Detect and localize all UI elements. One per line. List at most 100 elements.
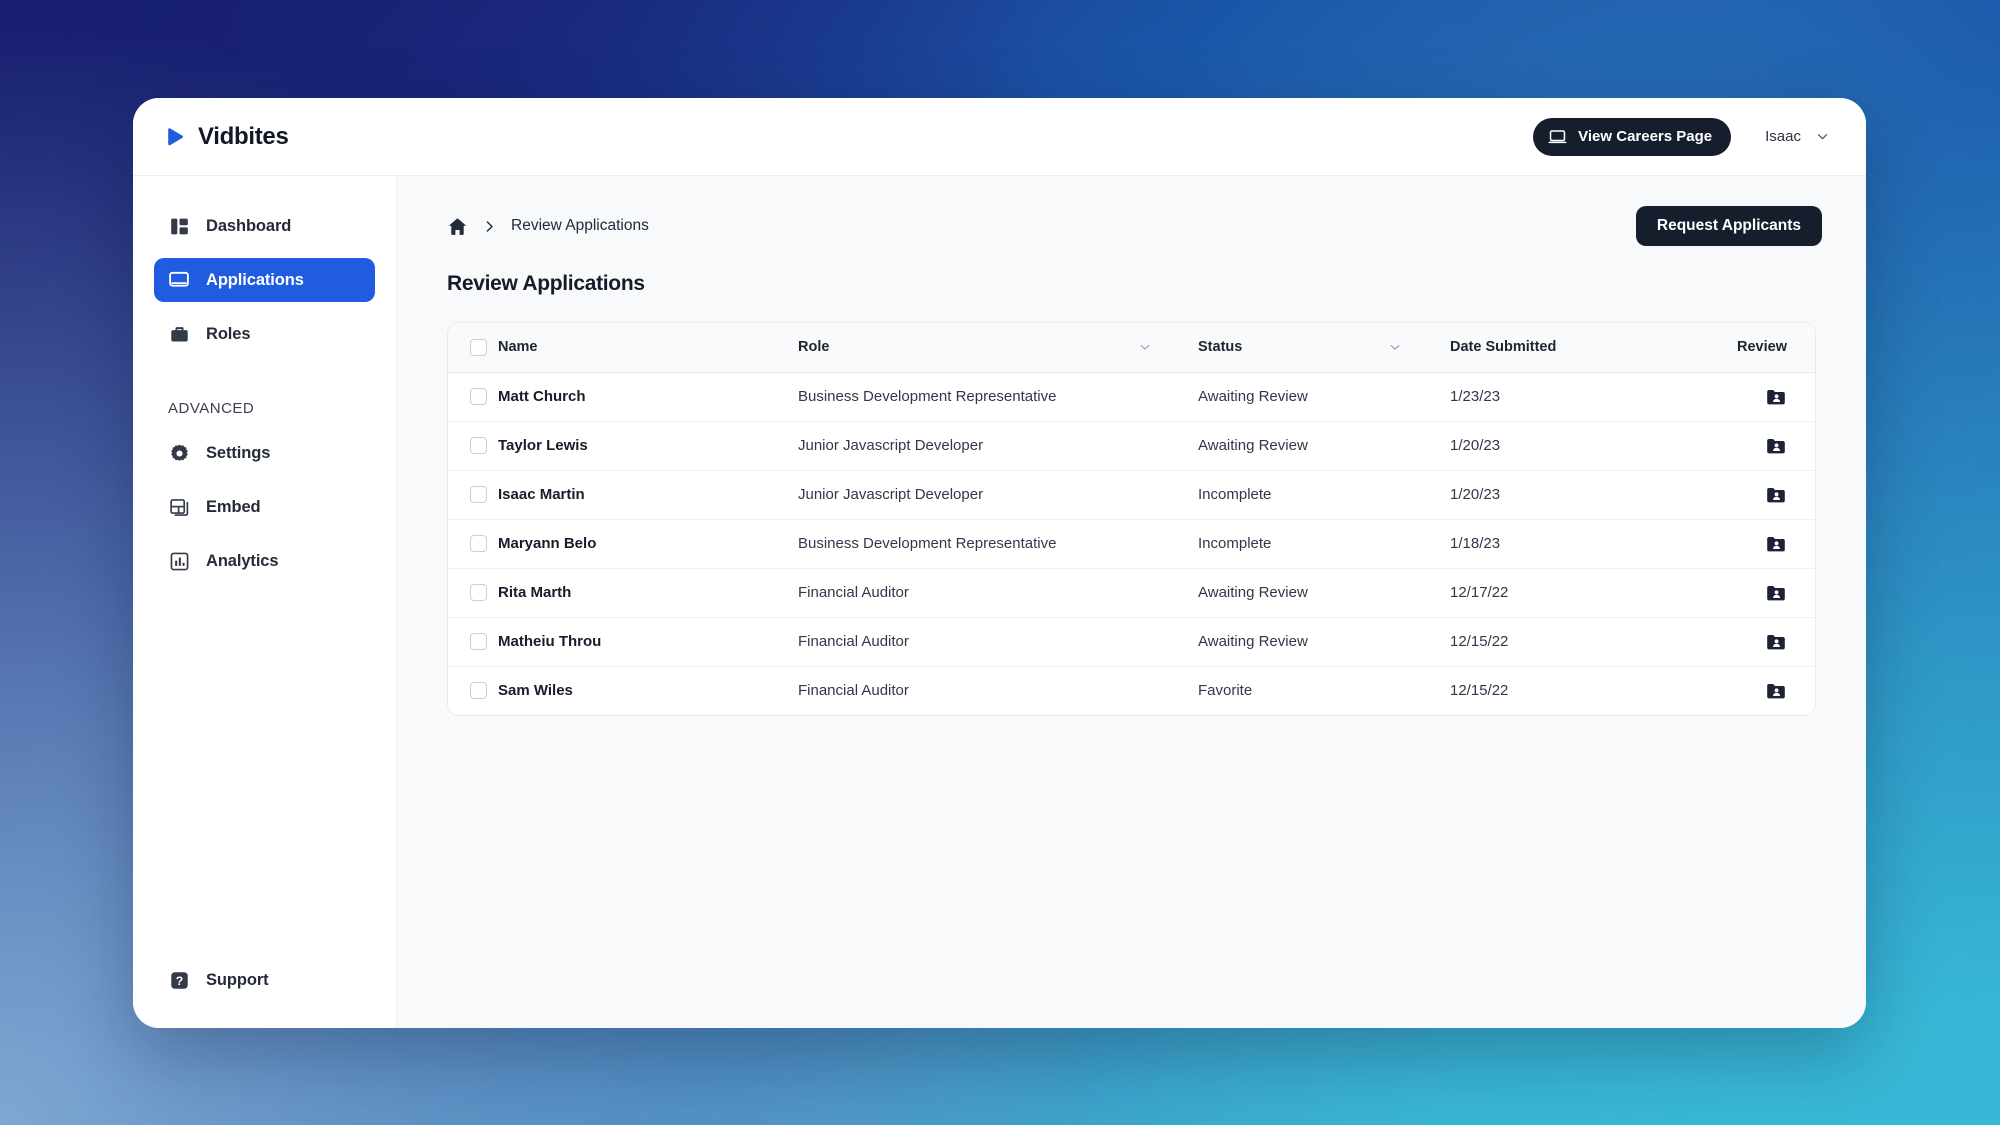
cell-name: Rita Marth (498, 568, 798, 617)
applicant-status: Favorite (1198, 681, 1253, 699)
cell-status: Favorite (1198, 666, 1450, 715)
review-applicant-button[interactable] (1765, 435, 1787, 457)
cell-name: Taylor Lewis (498, 421, 798, 470)
applicant-status: Awaiting Review (1198, 583, 1308, 601)
sidebar-item-support[interactable]: ? Support (154, 958, 375, 1002)
cell-name: Sam Wiles (498, 666, 798, 715)
cell-review (1700, 568, 1815, 617)
view-careers-page-label: View Careers Page (1578, 128, 1713, 145)
column-header-date-submitted[interactable]: Date Submitted (1450, 323, 1700, 373)
sidebar-item-analytics[interactable]: Analytics (154, 539, 375, 583)
cell-review (1700, 372, 1815, 421)
applicant-date: 1/20/23 (1450, 485, 1501, 503)
row-select-cell (448, 421, 498, 470)
table-row[interactable]: Isaac Martin Junior Javascript Developer I… (448, 470, 1815, 519)
chevron-right-icon (482, 219, 497, 234)
table-row[interactable]: Rita Marth Financial Auditor Awaiting Revi… (448, 568, 1815, 617)
row-checkbox[interactable] (470, 486, 487, 503)
row-checkbox[interactable] (470, 633, 487, 650)
row-select-cell (448, 617, 498, 666)
applicant-status: Incomplete (1198, 485, 1272, 503)
applicant-status: Awaiting Review (1198, 632, 1308, 650)
cell-role: Junior Javascript Developer (798, 421, 1198, 470)
review-applicant-button[interactable] (1765, 680, 1787, 702)
sidebar-item-settings[interactable]: Settings (154, 431, 375, 475)
sidebar-item-embed-label: Embed (206, 497, 261, 516)
help-question-icon: ? (168, 969, 190, 991)
request-applicants-button[interactable]: Request Applicants (1635, 206, 1822, 246)
cell-status: Incomplete (1198, 519, 1450, 568)
applicant-name: Taylor Lewis (498, 436, 588, 454)
cell-review (1700, 470, 1815, 519)
svg-text:?: ? (175, 973, 182, 987)
sidebar-item-roles[interactable]: Roles (154, 312, 375, 356)
sidebar-item-embed[interactable]: Embed (154, 485, 375, 529)
select-all-checkbox[interactable] (470, 338, 487, 356)
review-applicant-button[interactable] (1765, 386, 1787, 408)
contact-folder-icon (1767, 585, 1785, 600)
breadcrumb: Review Applications (447, 216, 649, 237)
user-menu[interactable]: Isaac (1765, 128, 1830, 145)
cell-name: Matt Church (498, 372, 798, 421)
review-cell-inner (1700, 533, 1815, 555)
applicant-role: Business Development Representative (798, 534, 1057, 552)
cell-role: Junior Javascript Developer (798, 470, 1198, 519)
cell-review (1700, 617, 1815, 666)
cell-role: Financial Auditor (798, 568, 1198, 617)
applicant-name: Matheiu Throu (498, 632, 602, 650)
applicant-date: 1/20/23 (1450, 436, 1501, 454)
row-checkbox[interactable] (470, 535, 487, 552)
table-row[interactable]: Sam Wiles Financial Auditor Favorite 12/15/… (448, 666, 1815, 715)
column-header-role[interactable]: Role (798, 323, 1138, 373)
sort-role-button[interactable] (1138, 340, 1152, 354)
dashboard-icon (168, 215, 190, 237)
applicant-role: Financial Auditor (798, 681, 909, 699)
play-triangle-icon (168, 127, 183, 145)
cell-status: Awaiting Review (1198, 372, 1450, 421)
main-content: Review Applications Request Applicants R… (397, 176, 1866, 1028)
applicant-date: 12/15/22 (1450, 632, 1509, 650)
monitor-icon (168, 269, 190, 291)
review-applicant-button[interactable] (1765, 631, 1787, 653)
cell-role: Business Development Representative (798, 519, 1198, 568)
table-row[interactable]: Maryann Belo Business Development Represe… (448, 519, 1815, 568)
column-header-name[interactable]: Name (498, 323, 798, 373)
brand-logo[interactable]: Vidbites (163, 123, 289, 151)
applicant-status: Incomplete (1198, 534, 1272, 552)
row-checkbox[interactable] (470, 584, 487, 601)
review-applicant-button[interactable] (1765, 484, 1787, 506)
cell-status: Awaiting Review (1198, 568, 1450, 617)
sidebar-item-applications[interactable]: Applications (154, 258, 375, 302)
cell-date-submitted: 1/23/23 (1450, 372, 1700, 421)
briefcase-icon (168, 323, 190, 345)
table-row[interactable]: Matt Church Business Development Represen… (448, 372, 1815, 421)
sidebar-item-dashboard[interactable]: Dashboard (154, 204, 375, 248)
applicant-role: Junior Javascript Developer (798, 485, 984, 503)
review-applicant-button[interactable] (1765, 582, 1787, 604)
contact-folder-icon (1767, 487, 1785, 502)
row-checkbox[interactable] (470, 682, 487, 700)
sort-status-button[interactable] (1388, 340, 1402, 354)
cell-review (1700, 421, 1815, 470)
applicant-date: 12/15/22 (1450, 681, 1509, 699)
home-icon[interactable] (447, 216, 468, 237)
sort-role-header (1138, 323, 1198, 373)
review-cell-inner (1700, 386, 1815, 408)
sidebar-item-support-label: Support (206, 970, 269, 989)
column-header-status[interactable]: Status (1198, 323, 1388, 373)
sidebar-section-advanced: ADVANCED (168, 400, 255, 417)
chevron-down-icon (1390, 345, 1400, 350)
breadcrumb-current[interactable]: Review Applications (511, 217, 649, 235)
row-checkbox[interactable] (470, 437, 487, 454)
cell-date-submitted: 12/15/22 (1450, 617, 1700, 666)
review-applicant-button[interactable] (1765, 533, 1787, 555)
table-body: Matt Church Business Development Represen… (448, 372, 1815, 715)
table-row[interactable]: Taylor Lewis Junior Javascript Developer A… (448, 421, 1815, 470)
applicant-name: Sam Wiles (498, 681, 573, 699)
row-checkbox[interactable] (470, 388, 487, 405)
cell-status: Incomplete (1198, 470, 1450, 519)
table-row[interactable]: Matheiu Throu Financial Auditor Awaiting R… (448, 617, 1815, 666)
view-careers-page-button[interactable]: View Careers Page (1533, 117, 1732, 156)
applications-table-card: Name Role Status Date Submitted Review M… (447, 322, 1816, 716)
review-cell-inner (1700, 484, 1815, 506)
